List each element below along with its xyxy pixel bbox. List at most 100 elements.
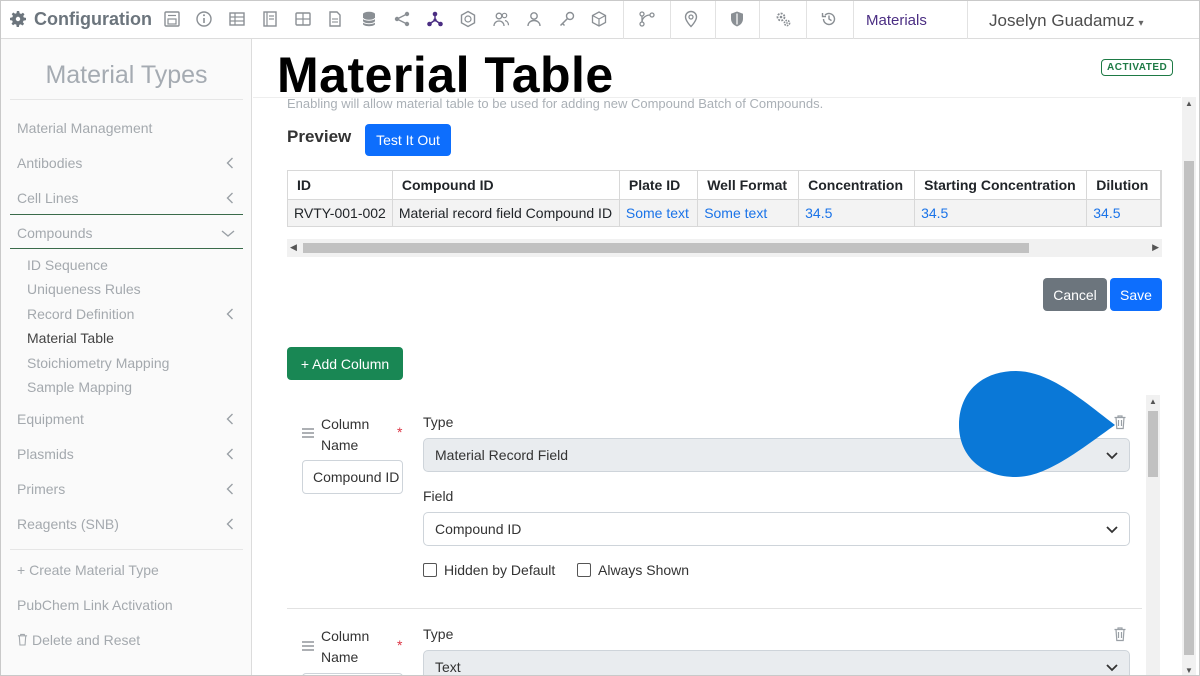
chevron-left-icon bbox=[226, 483, 233, 495]
table-header: Starting Concentration bbox=[914, 171, 1088, 200]
checkbox-label: Hidden by Default bbox=[444, 562, 556, 578]
grid-icon[interactable] bbox=[293, 9, 313, 29]
table-header: Compound ID bbox=[392, 171, 620, 200]
user-group-icon[interactable] bbox=[491, 9, 511, 29]
field-select[interactable]: Compound ID bbox=[423, 512, 1130, 546]
user-name: Joselyn Guadamuz bbox=[989, 11, 1135, 30]
sidebar-item-compounds[interactable]: Compounds bbox=[17, 222, 243, 244]
sidebar-subitem-material-table[interactable]: Material Table bbox=[27, 328, 243, 348]
notebook-icon[interactable] bbox=[260, 9, 280, 29]
trash-icon[interactable] bbox=[1113, 626, 1127, 642]
scroll-right-icon[interactable]: ▶ bbox=[1152, 242, 1159, 253]
gears-icon[interactable] bbox=[773, 9, 793, 29]
scroll-up-icon[interactable]: ▲ bbox=[1185, 99, 1193, 108]
user-menu[interactable]: Joselyn Guadamuz ▾ bbox=[989, 11, 1144, 31]
sidebar-subitem-sample-mapping[interactable]: Sample Mapping bbox=[27, 377, 243, 397]
cancel-button[interactable]: Cancel bbox=[1043, 278, 1107, 311]
horizontal-scrollbar[interactable]: ◀ ▶ bbox=[287, 239, 1162, 257]
field-label: Field bbox=[423, 488, 454, 504]
required-marker: * bbox=[397, 637, 403, 653]
document-icon[interactable] bbox=[325, 9, 345, 29]
sidebar-item-label: Compounds bbox=[17, 225, 93, 241]
scrollbar-thumb[interactable] bbox=[1184, 161, 1194, 655]
sidebar-item-plasmids[interactable]: Plasmids bbox=[17, 443, 243, 465]
location-pin-icon[interactable] bbox=[681, 9, 701, 29]
sidebar-subitem-label: Record Definition bbox=[27, 306, 135, 322]
sidebar-subitem-label: Material Table bbox=[27, 330, 114, 346]
column-name-label: Column Name bbox=[321, 628, 370, 665]
column-editor-scrollbar[interactable]: ▲ bbox=[1146, 395, 1160, 675]
table-header: Concentration bbox=[798, 171, 916, 200]
history-icon[interactable] bbox=[819, 9, 839, 29]
save-button[interactable]: Save bbox=[1110, 278, 1162, 311]
scroll-down-icon[interactable]: ▼ bbox=[1185, 666, 1193, 675]
checkbox-box[interactable] bbox=[577, 563, 591, 577]
sidebar-subitem-label: ID Sequence bbox=[27, 257, 108, 273]
scrollbar-thumb[interactable] bbox=[303, 243, 1029, 253]
cube-icon[interactable] bbox=[589, 9, 609, 29]
test-it-out-button[interactable]: Test It Out bbox=[365, 124, 451, 156]
table-icon[interactable] bbox=[227, 9, 247, 29]
materials-link[interactable]: Materials bbox=[866, 12, 927, 29]
workflow-icon[interactable] bbox=[637, 9, 657, 29]
table-header: Plate ID bbox=[619, 171, 699, 200]
type-label: Type bbox=[423, 414, 454, 430]
always-shown-checkbox[interactable]: Always Shown bbox=[577, 562, 689, 578]
nav-separator bbox=[806, 1, 807, 39]
table-cell: Material record field Compound ID bbox=[392, 199, 620, 226]
sidebar-subitem-id-sequence[interactable]: ID Sequence bbox=[27, 255, 243, 275]
required-marker: * bbox=[397, 424, 403, 440]
column-name-input[interactable]: Compound ID bbox=[302, 460, 403, 494]
user-icon[interactable] bbox=[524, 9, 544, 29]
table-cell-link[interactable]: 34.5 bbox=[798, 199, 916, 226]
sidebar-subitem-stoichiometry-mapping[interactable]: Stoichiometry Mapping bbox=[27, 353, 243, 373]
scroll-left-icon[interactable]: ◀ bbox=[290, 242, 297, 253]
type-label: Type bbox=[423, 626, 454, 642]
nav-separator bbox=[623, 1, 624, 39]
sidebar-item-primers[interactable]: Primers bbox=[17, 478, 243, 500]
sidebar-item-label: Equipment bbox=[17, 411, 84, 427]
brand[interactable]: Configuration bbox=[8, 7, 152, 31]
create-material-type-link[interactable]: + Create Material Type bbox=[17, 559, 243, 581]
sidebar-item-antibodies[interactable]: Antibodies bbox=[17, 152, 243, 174]
table-cell-link[interactable]: Some text bbox=[697, 199, 800, 226]
type-select[interactable]: Text bbox=[423, 650, 1130, 675]
database-icon[interactable] bbox=[359, 9, 379, 29]
drag-handle-icon[interactable] bbox=[301, 427, 315, 439]
scroll-up-icon[interactable]: ▲ bbox=[1149, 397, 1157, 406]
hidden-by-default-checkbox[interactable]: Hidden by Default bbox=[423, 562, 555, 578]
page-scrollbar[interactable]: ▲ ▼ bbox=[1182, 97, 1196, 675]
scrollbar-thumb[interactable] bbox=[1148, 411, 1158, 477]
drag-handle-icon[interactable] bbox=[301, 640, 315, 652]
sidebar-item-equipment[interactable]: Equipment bbox=[17, 408, 243, 430]
chevron-left-icon bbox=[226, 413, 233, 425]
share-icon[interactable] bbox=[392, 9, 412, 29]
table-cell-link[interactable]: 34.5 bbox=[914, 199, 1088, 226]
pubchem-link-activation[interactable]: PubChem Link Activation bbox=[17, 594, 243, 616]
table-cell-link[interactable]: Some text bbox=[619, 199, 699, 226]
shield-icon[interactable] bbox=[727, 9, 747, 29]
sidebar-subitem-record-definition[interactable]: Record Definition bbox=[27, 304, 243, 324]
molecule-icon[interactable] bbox=[425, 9, 445, 29]
sidebar-item-material-management[interactable]: Material Management bbox=[17, 117, 243, 139]
sidebar-subitem-uniqueness-rules[interactable]: Uniqueness Rules bbox=[27, 279, 243, 299]
checkbox-label: Always Shown bbox=[598, 562, 690, 578]
form-icon[interactable] bbox=[162, 9, 182, 29]
sidebar-item-cell-lines[interactable]: Cell Lines bbox=[17, 187, 243, 209]
table-cell-link[interactable]: 34.5 bbox=[1086, 199, 1161, 226]
add-column-button[interactable]: + Add Column bbox=[287, 347, 403, 380]
trash-icon bbox=[17, 633, 28, 646]
info-icon[interactable] bbox=[194, 9, 214, 29]
checkbox-box[interactable] bbox=[423, 563, 437, 577]
delete-and-reset-link[interactable]: Delete and Reset bbox=[17, 629, 243, 651]
sidebar-item-label: Plasmids bbox=[17, 446, 74, 462]
section-divider bbox=[10, 248, 243, 249]
sidebar-item-reagents[interactable]: Reagents (SNB) bbox=[17, 513, 243, 535]
divider bbox=[10, 99, 243, 100]
sidebar-subitem-label: Uniqueness Rules bbox=[27, 281, 141, 297]
key-icon[interactable] bbox=[557, 9, 577, 29]
chevron-left-icon bbox=[226, 192, 233, 204]
badge-icon[interactable] bbox=[458, 9, 478, 29]
table-header: Well Format bbox=[697, 171, 800, 200]
nav-separator bbox=[853, 1, 854, 39]
